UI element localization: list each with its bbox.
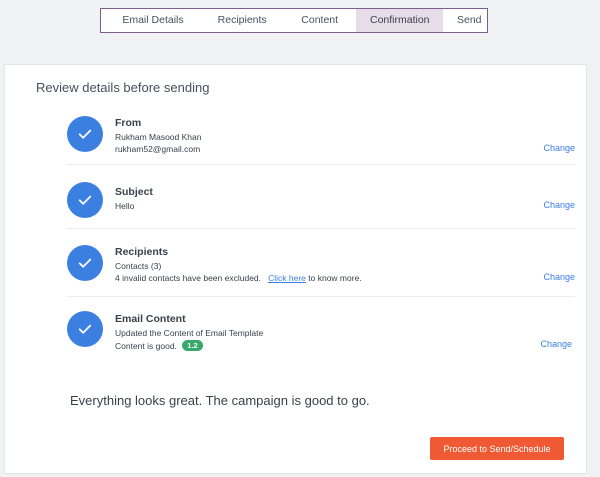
sender-email: rukham52@gmail.com	[115, 144, 201, 154]
check-circle-icon	[67, 245, 103, 281]
change-from-link[interactable]: Change	[543, 143, 575, 153]
final-message: Everything looks great. The campaign is …	[70, 393, 370, 408]
step-confirmation[interactable]: Confirmation	[356, 9, 443, 32]
content-status-text: Content is good.	[115, 341, 177, 351]
section-title: Subject	[115, 186, 153, 198]
change-content-link[interactable]: Change	[540, 339, 572, 349]
review-title: Review details before sending	[36, 80, 210, 95]
check-circle-icon	[67, 311, 103, 347]
link-suffix: to know more.	[308, 273, 362, 283]
check-circle-icon	[67, 116, 103, 152]
section-recipients: Recipients Contacts (3) 4 invalid contac…	[67, 229, 575, 297]
content-description: Updated the Content of Email Template	[115, 328, 264, 338]
proceed-to-send-button[interactable]: Proceed to Send/Schedule	[430, 437, 564, 460]
section-title: Recipients	[115, 246, 169, 258]
step-recipients[interactable]: Recipients	[201, 9, 283, 32]
contacts-count: Contacts (3)	[115, 261, 162, 271]
section-title: Email Content	[115, 313, 186, 325]
content-score-badge: 1.2	[182, 340, 203, 351]
step-content[interactable]: Content	[283, 9, 356, 32]
content-status: Content is good. 1.2	[115, 340, 203, 351]
section-email-content: Email Content Updated the Content of Ema…	[67, 297, 575, 359]
campaign-confirmation-page: Email Details Recipients Content Confirm…	[0, 0, 600, 477]
step-send[interactable]: Send	[443, 9, 483, 32]
sender-name: Rukham Masood Khan	[115, 132, 202, 142]
check-circle-icon	[67, 182, 103, 218]
excluded-contacts-note: 4 invalid contacts have been excluded. C…	[115, 273, 362, 283]
section-title: From	[115, 117, 142, 129]
subject-value: Hello	[115, 201, 135, 211]
click-here-link[interactable]: Click here	[268, 273, 306, 283]
section-subject: Subject Hello Change	[67, 165, 575, 229]
wizard-stepper: Email Details Recipients Content Confirm…	[100, 8, 488, 33]
change-recipients-link[interactable]: Change	[543, 272, 575, 282]
review-card: Review details before sending From Rukha…	[4, 64, 587, 474]
change-subject-link[interactable]: Change	[543, 200, 575, 210]
excluded-text: 4 invalid contacts have been excluded.	[115, 273, 262, 283]
step-email-details[interactable]: Email Details	[105, 9, 201, 32]
section-from: From Rukham Masood Khan rukham52@gmail.c…	[67, 105, 575, 165]
